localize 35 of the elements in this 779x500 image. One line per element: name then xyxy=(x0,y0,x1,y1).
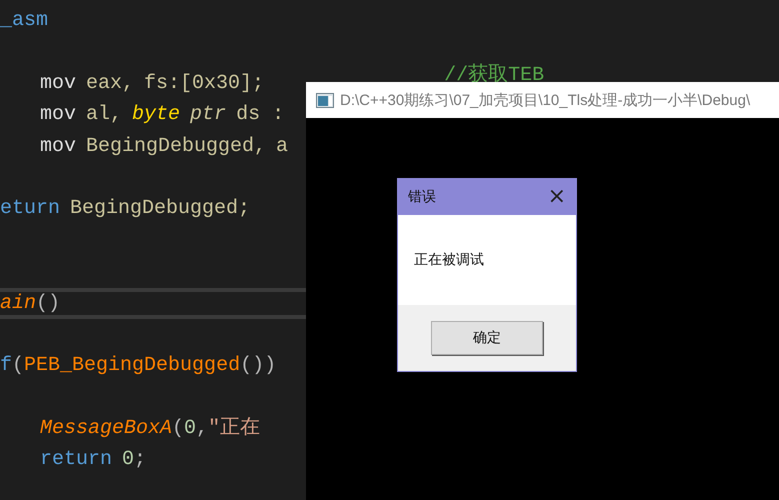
code-token: ()) xyxy=(240,353,276,380)
code-token: "正在 xyxy=(208,416,260,442)
code-token: ds : xyxy=(236,102,284,128)
code-token: f xyxy=(0,353,12,380)
code-token: 0 xyxy=(184,416,196,442)
code-token: return xyxy=(40,447,112,474)
code-token: ( xyxy=(172,416,184,442)
code-token: fs:[0x30]; xyxy=(144,70,264,97)
window-title: D:\C++30期练习\07_加壳项目\10_Tls处理-成功一小半\Debug\ xyxy=(340,90,750,110)
code-token: ain xyxy=(0,290,36,317)
code-token: BegingDebugged; xyxy=(70,196,250,222)
code-token: ptr xyxy=(190,102,226,128)
close-button[interactable]: × xyxy=(548,186,566,208)
code-token: 0 xyxy=(122,447,134,474)
code-token: al, xyxy=(86,102,122,128)
code-token: a xyxy=(276,134,288,160)
dialog-message: 正在被调试 xyxy=(414,251,484,269)
code-token: MessageBoxA xyxy=(40,416,172,442)
code-token: PEB_BegingDebugged xyxy=(24,353,240,380)
code-token: ; xyxy=(134,447,146,474)
code-token: byte xyxy=(132,102,180,128)
code-token: _asm xyxy=(0,8,48,34)
code-token: mov xyxy=(40,70,76,97)
code-token: mov xyxy=(40,102,76,128)
code-token: eax, xyxy=(86,70,134,97)
dialog-title: 错误 xyxy=(408,188,436,206)
code-token: ( xyxy=(12,353,24,380)
code-token: () xyxy=(36,290,60,317)
code-token: mov xyxy=(40,134,76,160)
console-icon xyxy=(316,92,334,108)
code-token: , xyxy=(196,416,208,442)
ok-button[interactable]: 确定 xyxy=(431,321,543,355)
code-comment: //获取TEB xyxy=(444,62,544,89)
code-token: BegingDebugged, xyxy=(86,134,266,160)
code-token: eturn xyxy=(0,196,60,222)
